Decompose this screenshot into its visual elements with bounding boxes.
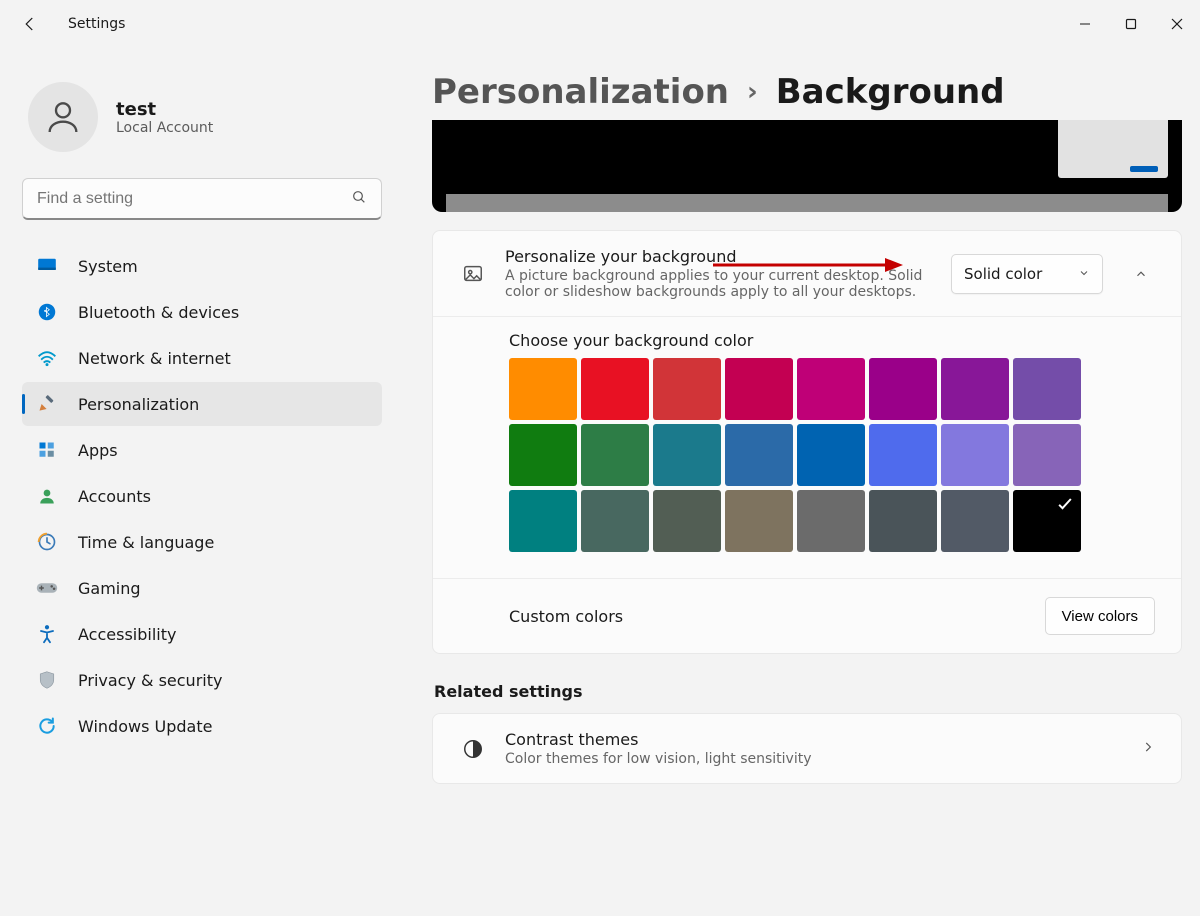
sidebar-item-label: Gaming [78,579,141,598]
contrast-icon [459,738,487,760]
color-swatch[interactable] [1013,424,1081,486]
update-icon [36,715,58,737]
sidebar-item-label: Bluetooth & devices [78,303,239,322]
search-box[interactable] [22,178,382,220]
color-swatch[interactable] [869,358,937,420]
search-input[interactable] [37,190,351,208]
user-block[interactable]: test Local Account [22,72,382,152]
sidebar-item-privacy[interactable]: Privacy & security [22,658,382,702]
sidebar-item-accounts[interactable]: Accounts [22,474,382,518]
user-subtitle: Local Account [116,120,213,136]
gaming-icon [36,577,58,599]
color-swatch[interactable] [941,490,1009,552]
sidebar-item-label: System [78,257,138,276]
color-swatch[interactable] [941,424,1009,486]
sidebar-item-label: Network & internet [78,349,231,368]
sidebar-item-label: Personalization [78,395,199,414]
user-name: test [116,99,213,120]
check-icon [1055,494,1075,518]
color-swatch[interactable] [653,490,721,552]
accessibility-icon [36,623,58,645]
contrast-themes-desc: Color themes for low vision, light sensi… [505,751,945,767]
breadcrumb-parent[interactable]: Personalization [432,72,729,112]
sidebar-item-network[interactable]: Network & internet [22,336,382,380]
breadcrumb-current: Background [776,72,1005,112]
color-swatch[interactable] [653,424,721,486]
personalization-icon [36,393,58,415]
system-icon [36,255,58,277]
view-colors-button[interactable]: View colors [1045,597,1155,635]
chevron-right-icon [1141,739,1155,758]
sidebar-item-gaming[interactable]: Gaming [22,566,382,610]
color-swatch[interactable] [509,424,577,486]
sidebar-item-accessibility[interactable]: Accessibility [22,612,382,656]
window-maximize-button[interactable] [1108,8,1154,40]
time-icon [36,531,58,553]
color-swatch[interactable] [725,490,793,552]
desktop-preview [432,120,1182,212]
sidebar-item-apps[interactable]: Apps [22,428,382,472]
sidebar-item-personalization[interactable]: Personalization [22,382,382,426]
personalize-bg-desc: A picture background applies to your cur… [505,268,933,300]
custom-colors-label: Custom colors [509,607,623,626]
sidebar-item-update[interactable]: Windows Update [22,704,382,748]
privacy-icon [36,669,58,691]
color-swatch[interactable] [869,490,937,552]
related-settings-heading: Related settings [434,682,1182,701]
color-swatch[interactable] [509,490,577,552]
contrast-themes-card[interactable]: Contrast themes Color themes for low vis… [432,713,1182,784]
window-minimize-button[interactable] [1062,8,1108,40]
color-swatch[interactable] [725,358,793,420]
accounts-icon [36,485,58,507]
sidebar-item-label: Privacy & security [78,671,222,690]
app-title: Settings [68,16,125,32]
network-icon [36,347,58,369]
bluetooth-icon [36,301,58,323]
color-swatch[interactable] [725,424,793,486]
sidebar-item-label: Accounts [78,487,151,506]
picture-icon [459,263,487,285]
chevron-right-icon: › [747,77,758,107]
personalize-bg-title: Personalize your background [505,247,933,266]
apps-icon [36,439,58,461]
contrast-themes-title: Contrast themes [505,730,1123,749]
color-swatch[interactable] [653,358,721,420]
chevron-down-icon [1078,265,1090,283]
background-type-dropdown[interactable]: Solid color [951,254,1103,294]
color-swatch[interactable] [797,424,865,486]
color-swatch[interactable] [581,424,649,486]
sidebar-item-system[interactable]: System [22,244,382,288]
color-swatch[interactable] [797,490,865,552]
avatar [28,82,98,152]
color-swatch[interactable] [797,358,865,420]
search-icon [351,189,367,209]
sidebar-item-label: Time & language [78,533,214,552]
section-collapse-button[interactable] [1127,260,1155,288]
personalize-background-card: Personalize your background A picture ba… [432,230,1182,654]
color-swatch[interactable] [869,424,937,486]
color-section-title: Choose your background color [509,331,1155,350]
dropdown-selected: Solid color [964,265,1042,283]
color-swatch[interactable] [1013,358,1081,420]
sidebar-item-label: Windows Update [78,717,212,736]
window-close-button[interactable] [1154,8,1200,40]
color-swatch[interactable] [941,358,1009,420]
sidebar-item-label: Accessibility [78,625,176,644]
color-swatch[interactable] [581,490,649,552]
color-swatch[interactable] [581,358,649,420]
sidebar-item-label: Apps [78,441,118,460]
color-swatch[interactable] [509,358,577,420]
sidebar-item-bluetooth[interactable]: Bluetooth & devices [22,290,382,334]
breadcrumb: Personalization › Background [432,72,1182,112]
color-swatch[interactable] [1013,490,1081,552]
sidebar-item-time[interactable]: Time & language [22,520,382,564]
back-button[interactable] [20,14,40,34]
